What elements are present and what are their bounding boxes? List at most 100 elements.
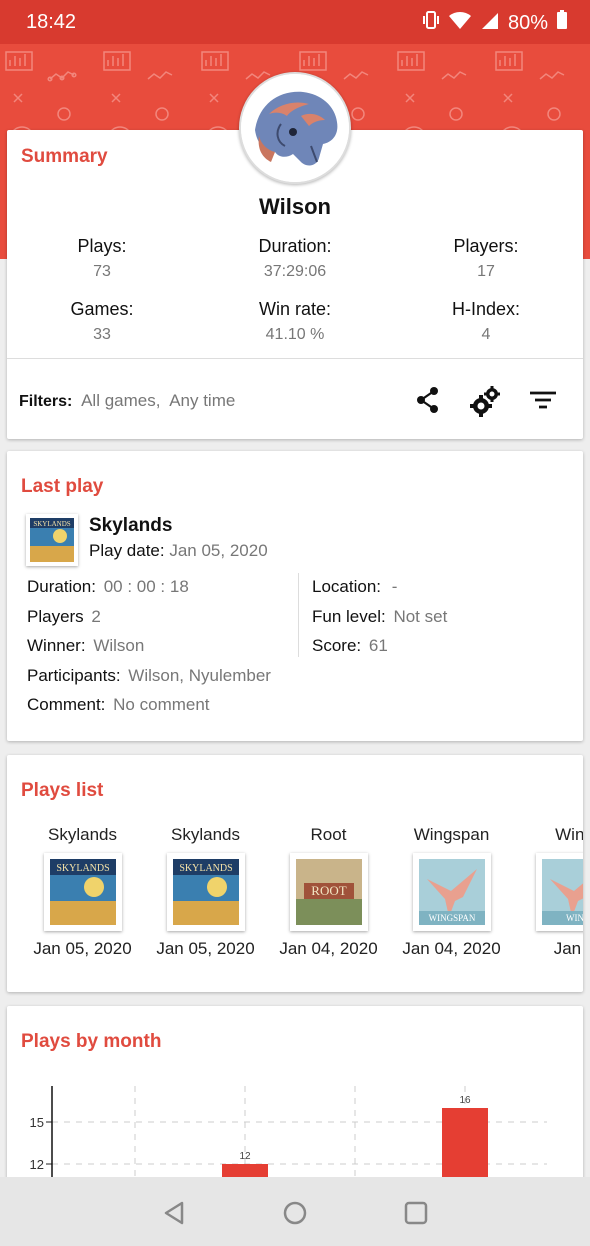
status-bar: 18:42 80% (0, 0, 590, 44)
home-icon[interactable] (281, 1199, 309, 1227)
stat-players: Players: 17 (391, 236, 581, 281)
play-item-name: Wingspan (413, 825, 490, 844)
filters-row[interactable]: Filters: All games, Any time (19, 391, 235, 411)
last-play-thumbnail: SKYLANDS (26, 514, 78, 566)
stat-games: Games: 33 (7, 299, 197, 344)
score-row: Score: 61 (312, 636, 388, 656)
thumbnail-caption: WINGSPAN (428, 913, 475, 923)
stat-win-rate: Win rate: 41.10 % (200, 299, 390, 344)
last-play-card[interactable]: Last play SKYLANDS Skylands Play date: J… (7, 451, 583, 741)
stat-label: Win rate: (258, 299, 332, 319)
signal-icon (480, 10, 500, 36)
back-icon[interactable] (160, 1199, 190, 1227)
players-value: 2 (91, 607, 101, 626)
play-list-item[interactable]: Wing WIN Jan 0 (513, 825, 583, 959)
plays-by-month-chart: 15 12 12 16 (30, 1086, 547, 1206)
participants-value: Wilson, Nyulember (128, 666, 271, 685)
stat-duration: Duration: 37:29:06 (200, 236, 390, 281)
stat-label: Games: (70, 299, 134, 319)
gears-icon[interactable] (469, 384, 501, 417)
fun-level-value: Not set (393, 607, 448, 626)
bar-data-label: 16 (459, 1095, 471, 1106)
player-name: Wilson (259, 194, 331, 219)
duration-value: 00 : 00 : 18 (103, 577, 189, 596)
stat-value: 41.10 % (265, 326, 325, 343)
filters-label: Filters: (19, 393, 73, 410)
vibrate-icon (422, 10, 440, 36)
filter-list-icon[interactable] (527, 384, 559, 416)
play-item-date: Jan 05, 2020 (156, 939, 255, 958)
plays-by-month-card: Plays by month 15 12 12 16 (7, 1006, 583, 1206)
players-label: Players (27, 607, 84, 626)
status-time: 18:42 (26, 11, 77, 33)
winner-label: Winner: (27, 636, 86, 655)
participants-label: Participants: (27, 666, 121, 685)
stat-value: 4 (481, 326, 491, 343)
y-tick-label: 12 (30, 1157, 44, 1172)
play-list-item[interactable]: Skylands SKYLANDS Jan 05, 2020 (21, 825, 144, 959)
score-label: Score: (312, 636, 362, 655)
play-date-row: Play date: Jan 05, 2020 (89, 541, 268, 561)
winner-value: Wilson (93, 636, 145, 655)
participants-row: Participants: Wilson, Nyulember (27, 666, 271, 686)
play-item-thumbnail: SKYLANDS (166, 853, 245, 931)
wifi-icon (448, 10, 472, 36)
y-tick-label: 15 (30, 1115, 44, 1130)
thumbnail-caption: ROOT (311, 883, 346, 898)
stat-label: Plays: (77, 236, 127, 256)
location-label: Location: (312, 577, 381, 596)
summary-title: Summary (21, 146, 108, 167)
play-item-thumbnail: WINGSPAN (412, 853, 491, 931)
player-avatar (239, 72, 351, 184)
plays-list-card: Plays list Skylands SKYLANDS Jan 05, 202… (7, 755, 583, 992)
thumbnail-caption: SKYLANDS (33, 520, 70, 528)
last-play-title: Last play (21, 476, 104, 497)
recents-icon[interactable] (402, 1199, 430, 1227)
stat-h-index: H-Index: 4 (391, 299, 581, 344)
comment-value: No comment (113, 695, 210, 714)
thumbnail-caption: WIN (566, 913, 584, 923)
players-row: Players 2 (27, 607, 101, 627)
summary-divider (7, 358, 583, 359)
last-play-game: Skylands (89, 515, 173, 536)
stat-value: 37:29:06 (263, 263, 327, 280)
location-value: - (391, 577, 398, 596)
comment-label: Comment: (27, 695, 106, 714)
duration-row: Duration: 00 : 00 : 18 (27, 577, 189, 597)
play-item-thumbnail: SKYLANDS (43, 853, 122, 931)
stat-value: 33 (93, 326, 111, 343)
play-item-date: Jan 04, 2020 (279, 939, 378, 958)
battery-icon (556, 10, 568, 36)
winner-row: Winner: Wilson (27, 636, 144, 656)
play-item-name: Skylands (48, 825, 117, 844)
plays-list-title: Plays list (21, 780, 104, 801)
play-list-item[interactable]: Root ROOT Jan 04, 2020 (267, 825, 390, 959)
stat-label: Players: (453, 236, 519, 256)
thumbnail-caption: SKYLANDS (56, 863, 109, 874)
column-divider (298, 573, 299, 657)
score-value: 61 (368, 636, 388, 655)
share-icon[interactable] (412, 384, 444, 416)
bar-data-label: 12 (239, 1151, 251, 1162)
stat-plays: Plays: 73 (7, 236, 197, 281)
play-item-name: Skylands (171, 825, 240, 844)
fun-level-label: Fun level: (312, 607, 386, 626)
play-item-name: Wing (555, 825, 583, 844)
play-item-thumbnail: WIN (535, 853, 584, 931)
navigation-bar (0, 1177, 590, 1246)
duration-label: Duration: (27, 577, 96, 596)
play-item-date: Jan 0 (553, 939, 583, 958)
play-item-date: Jan 04, 2020 (402, 939, 501, 958)
play-list-item[interactable]: Wingspan WINGSPAN Jan 04, 2020 (390, 825, 513, 959)
location-row: Location: - (312, 577, 397, 597)
fun-level-row: Fun level: Not set (312, 607, 447, 627)
filter-games[interactable]: All games, (81, 391, 160, 410)
battery-percent: 80% (507, 11, 548, 34)
comment-row: Comment: No comment (27, 695, 210, 715)
play-item-name: Root (310, 825, 347, 844)
stat-value: 73 (93, 263, 111, 280)
play-item-thumbnail: ROOT (289, 853, 368, 931)
play-list-item[interactable]: Skylands SKYLANDS Jan 05, 2020 (144, 825, 267, 959)
filter-time[interactable]: Any time (169, 391, 235, 410)
play-date-value: Jan 05, 2020 (169, 541, 268, 560)
